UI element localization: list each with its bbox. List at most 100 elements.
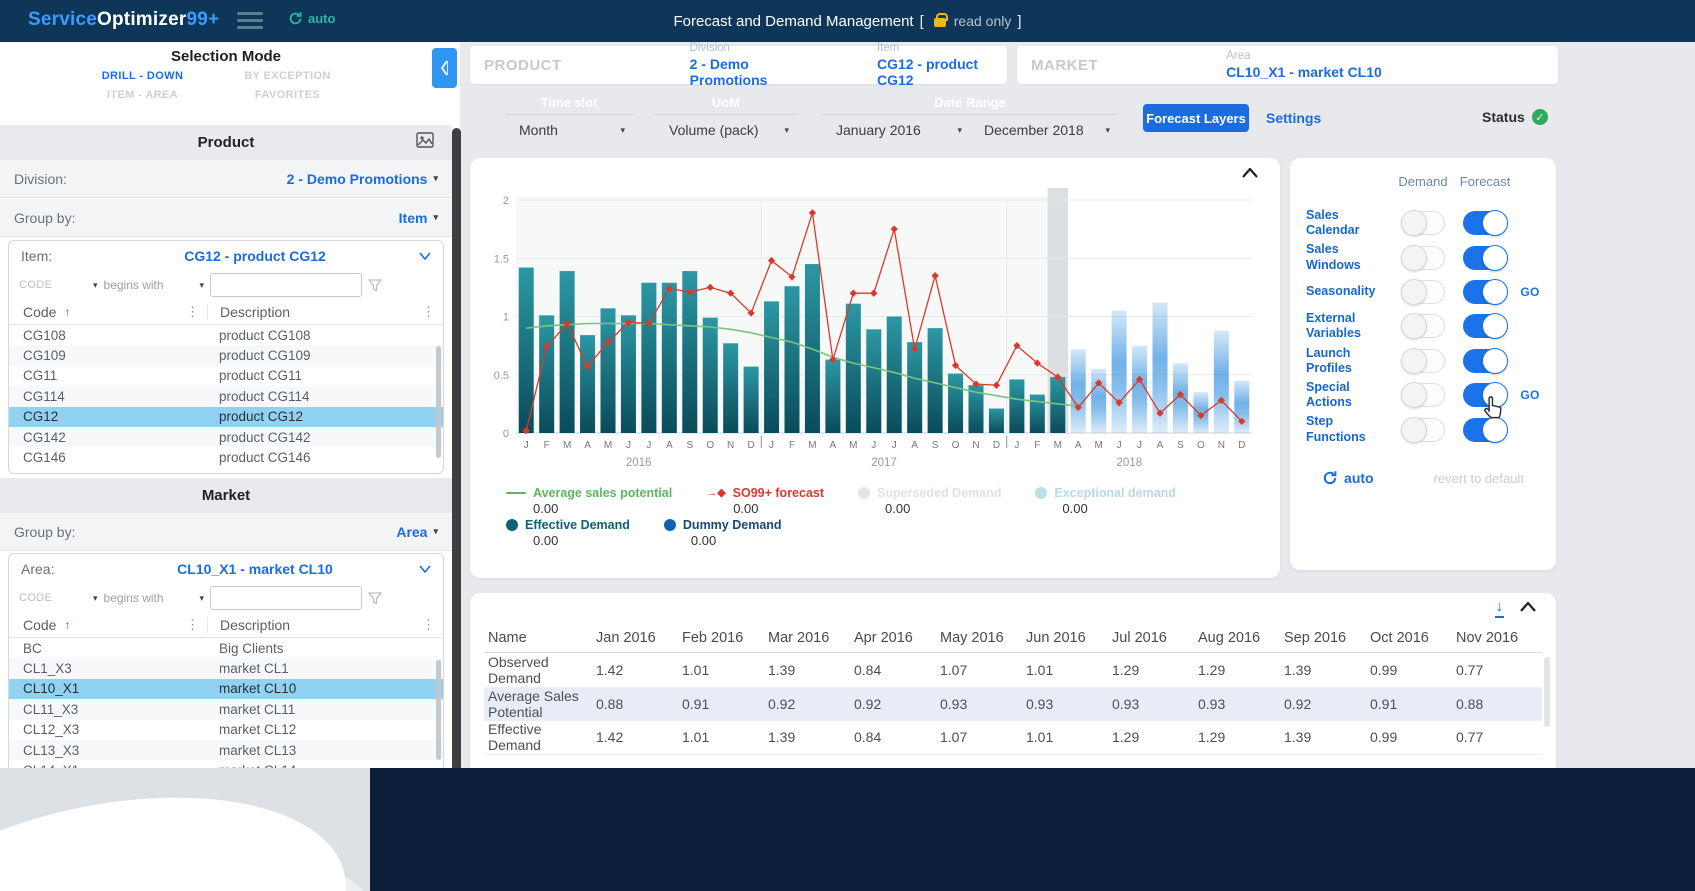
forecast-toggle[interactable] [1463, 210, 1508, 237]
sort-asc-icon[interactable]: ↑ [64, 618, 70, 632]
list-item-CG108[interactable]: CG108 product CG108 [9, 325, 443, 345]
chevron-down-icon[interactable] [419, 252, 431, 260]
forecast-toggle[interactable] [1463, 313, 1508, 340]
date-to-select[interactable]: December 2018 ▾ [970, 115, 1118, 138]
svg-text:J: J [626, 440, 631, 451]
sort-asc-icon[interactable]: ↑ [64, 305, 70, 319]
description-column-header[interactable]: Description [220, 617, 290, 633]
area-value-link[interactable]: CL10_X1 - market CL10 [1226, 64, 1382, 80]
group-by-select[interactable]: Item ▾ [399, 210, 438, 226]
filter-operator-select[interactable]: begins with [104, 278, 194, 292]
forecast-layers-button[interactable]: Forecast Layers [1143, 104, 1249, 132]
auto-refresh-toggle[interactable]: auto [288, 11, 335, 26]
list-item-CG142[interactable]: CG142 product CG142 [9, 426, 443, 448]
chevron-down-icon[interactable] [419, 565, 431, 573]
legend-item-effective-demand[interactable]: Effective Demand 0.00 [506, 518, 630, 548]
filter-field-caret[interactable]: ▾ [93, 280, 98, 291]
demand-toggle[interactable] [1401, 278, 1445, 305]
auto-label: auto [1344, 470, 1374, 486]
time-slot-select[interactable]: Month ▾ [505, 115, 633, 138]
list-item-CG114[interactable]: CG114 product CG114 [9, 386, 443, 407]
area-filter-input[interactable] [210, 586, 363, 610]
forecast-toggle[interactable] [1463, 278, 1508, 305]
logo-optimizer: Optimizer [97, 9, 187, 30]
sidebar-collapse-button[interactable] [432, 48, 457, 88]
filter-operator-select[interactable]: begins with [104, 591, 194, 605]
uom-select[interactable]: Volume (pack) ▾ [655, 115, 797, 138]
filter-operator-caret[interactable]: ▾ [200, 593, 205, 604]
download-icon: ↓ [1494, 598, 1504, 618]
settings-link[interactable]: Settings [1266, 110, 1321, 126]
legend-item-average-sales-potential[interactable]: Average sales potential 0.00 [506, 486, 672, 516]
table-row-average-sales-potential[interactable]: Average Sales Potential 0.88 0.91 0.92 0.92 0… [484, 687, 1542, 721]
filter-field-select[interactable]: CODE [19, 279, 87, 291]
division-select[interactable]: 2 - Demo Promotions ▾ [287, 171, 438, 187]
list-item-CL13_X3[interactable]: CL13_X3 market CL13 [9, 739, 443, 761]
code-column-header[interactable]: Code [23, 617, 56, 633]
legend-item-superseded-demand[interactable]: Superseded Demand 0.00 [858, 486, 1001, 516]
area-value[interactable]: CL10_X1 - market CL10 [91, 561, 419, 577]
picture-icon[interactable] [416, 132, 434, 152]
chart-collapse-button[interactable] [1242, 166, 1258, 181]
demand-toggle[interactable] [1401, 313, 1445, 340]
mode-item-area[interactable]: ITEM - AREA [70, 89, 215, 101]
demand-toggle[interactable] [1401, 347, 1445, 374]
funnel-icon[interactable] [368, 591, 383, 605]
description-column-header[interactable]: Description [220, 304, 290, 320]
table-row-effective-demand[interactable]: Effective Demand 1.42 1.01 1.39 0.84 1.07 1.01… [484, 721, 1542, 755]
demand-toggle[interactable] [1401, 416, 1445, 443]
list-item-CL10_X1[interactable]: CL10_X1 market CL10 [9, 678, 443, 700]
list-item-CG109[interactable]: CG109 product CG109 [9, 345, 443, 366]
area-group-by-select[interactable]: Area ▾ [396, 524, 438, 540]
list-item-CG146[interactable]: CG146 product CG146 [9, 447, 443, 467]
go-link[interactable]: GO [1516, 285, 1544, 299]
column-menu-icon[interactable]: ⋮ [186, 617, 199, 633]
forecast-toggle[interactable] [1463, 416, 1508, 443]
forecast-toggle[interactable] [1463, 382, 1508, 409]
area-filter-row: CODE ▾ begins with ▾ [9, 584, 443, 612]
list-item-CG12[interactable]: CG12 product CG12 [9, 406, 443, 427]
menu-icon[interactable] [237, 12, 263, 30]
filter-operator-caret[interactable]: ▾ [200, 280, 205, 291]
layers-auto-refresh[interactable]: auto [1322, 470, 1374, 486]
table-row-observed-demand[interactable]: Observed Demand 1.42 1.01 1.39 0.84 1.07 1.01 1… [484, 654, 1542, 688]
legend-item-so99+-forecast[interactable]: →◆ SO99+ forecast 0.00 [706, 486, 824, 516]
table-download-button[interactable]: ↓ [1494, 598, 1504, 618]
item-value-link[interactable]: CG12 - product CG12 [877, 56, 1007, 88]
column-menu-icon[interactable]: ⋮ [186, 304, 199, 320]
area-table-scrollbar[interactable] [436, 660, 441, 760]
item-value[interactable]: CG12 - product CG12 [91, 248, 419, 264]
forecast-toggle[interactable] [1463, 347, 1508, 374]
go-link[interactable]: GO [1516, 388, 1544, 402]
mode-drill-down[interactable]: DRILL - DOWN [70, 70, 215, 82]
mode-favorites[interactable]: FAVORITES [215, 89, 360, 101]
list-item-CL12_X3[interactable]: CL12_X3 market CL12 [9, 720, 443, 740]
item-filter-input[interactable] [210, 273, 363, 297]
column-menu-icon[interactable]: ⋮ [422, 617, 435, 633]
legend-item-dummy-demand[interactable]: Dummy Demand 0.00 [663, 518, 782, 548]
date-from-select[interactable]: January 2016 ▾ [822, 115, 970, 138]
list-item-BC[interactable]: BC Big Clients [9, 638, 443, 658]
demand-toggle[interactable] [1401, 382, 1445, 409]
table-collapse-button[interactable] [1520, 600, 1536, 615]
column-menu-icon[interactable]: ⋮ [422, 304, 435, 320]
code-column-header[interactable]: Code [23, 304, 56, 320]
list-item-CL11_X3[interactable]: CL11_X3 market CL11 [9, 699, 443, 720]
filter-field-caret[interactable]: ▾ [93, 593, 98, 604]
sidebar-scrollbar[interactable] [452, 128, 461, 772]
uom-label: UoM [655, 95, 797, 115]
list-item-CG11[interactable]: CG11 product CG11 [9, 366, 443, 386]
mode-by-exception[interactable]: BY EXCEPTION [215, 70, 360, 82]
revert-to-default-link[interactable]: revert to default [1434, 471, 1524, 486]
demand-toggle[interactable] [1401, 210, 1445, 237]
table-scrollbar[interactable] [1544, 657, 1550, 727]
forecast-toggle[interactable] [1463, 244, 1508, 271]
filter-field-select[interactable]: CODE [19, 592, 87, 604]
division-value-link[interactable]: 2 - Demo Promotions [690, 56, 819, 88]
item-table-scrollbar[interactable] [436, 346, 441, 458]
funnel-icon[interactable] [368, 278, 383, 292]
demand-toggle[interactable] [1401, 244, 1445, 271]
cell-value: 0.84 [854, 729, 882, 746]
list-item-CL1_X3[interactable]: CL1_X3 market CL1 [9, 658, 443, 679]
legend-item-exceptional-demand[interactable]: Exceptional demand 0.00 [1035, 486, 1176, 516]
